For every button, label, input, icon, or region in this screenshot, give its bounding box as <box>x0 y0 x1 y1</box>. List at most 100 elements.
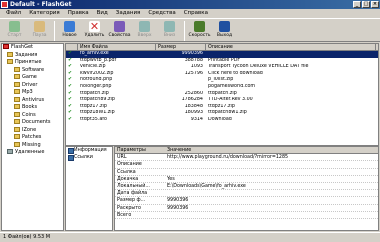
window-controls: _ □ × <box>353 1 379 8</box>
app-icon <box>1 1 8 8</box>
table-row[interactable]: ✔ ttdpatch.zip 252860 ttdpatch.zip <box>66 91 378 98</box>
check-icon: ✔ <box>68 70 73 76</box>
check-icon: ✔ <box>68 103 73 109</box>
toolbar: Старт Пауза Новое ✕ Удалить Свойства Ввер… <box>0 18 380 42</box>
tree-node-mp3[interactable]: Mp3 <box>2 89 63 97</box>
property-row[interactable]: Описание <box>115 161 378 169</box>
speed-button[interactable]: Скорость <box>187 19 212 42</box>
property-row[interactable]: URL http://www.playground.ru/download/?mi… <box>115 154 378 162</box>
properties-button[interactable]: Свойства <box>107 19 132 42</box>
tree-node-software[interactable]: Software <box>2 66 63 75</box>
table-row[interactable]: ✔ notfound.php p_l0list.zip <box>66 77 378 84</box>
property-row[interactable]: Всего <box>115 212 378 219</box>
toolbar-separator <box>54 21 55 41</box>
tree-node-game[interactable]: Game <box>2 74 63 82</box>
delete-button[interactable]: ✕ Удалить <box>82 19 107 42</box>
table-row[interactable]: ✔ nolonger.php pogamesworld.com <box>66 84 378 91</box>
folder-icon <box>14 126 20 132</box>
table-row[interactable]: ✔ vehicle.zip 1093 Transport Tycoon Deluxe … <box>66 64 378 71</box>
folder-icon <box>7 59 13 64</box>
tree-node-downloaded[interactable]: Принятые <box>2 59 63 67</box>
col-description[interactable]: Описание <box>206 44 376 50</box>
tree-node-patches[interactable]: Patches <box>2 134 63 142</box>
tree-node-driver[interactable]: Driver <box>2 81 63 90</box>
property-row[interactable]: Ссылка <box>115 169 378 176</box>
check-icon: ✔ <box>68 57 73 63</box>
folder-icon <box>14 96 20 102</box>
folder-icon <box>14 141 20 147</box>
properties-header: Параметры Значение <box>115 147 378 155</box>
tree-node-documents[interactable]: Documents <box>2 119 63 127</box>
table-row[interactable]: ✔ kwvir2002.zip 125796 Click here to downlo… <box>66 71 378 78</box>
close-icon[interactable]: × <box>371 1 379 8</box>
folder-icon <box>14 111 20 117</box>
tree-node-flashget[interactable]: FlashGet <box>2 44 63 52</box>
col-filename[interactable]: Имя Файла <box>78 44 156 50</box>
move-up-button[interactable]: Вверх <box>132 19 157 42</box>
maximize-icon[interactable]: □ <box>362 1 370 8</box>
table-row[interactable]: ✔ ttdpt35.afo 9314 Download <box>66 117 378 124</box>
table-row[interactable]: ✔ ttdpz17.zip 183848 ttdpz17.zip <box>66 104 378 111</box>
category-tree: FlashGet Задания Принятые Software Game … <box>1 43 64 231</box>
arrow-down-icon <box>164 21 175 32</box>
menu-category[interactable]: Категория <box>25 9 64 18</box>
tree-node-tasks[interactable]: Задания <box>2 51 63 60</box>
start-button[interactable]: Старт <box>2 19 27 42</box>
check-icon: ✔ <box>68 51 73 56</box>
menu-edit[interactable]: Правка <box>64 9 93 18</box>
menu-help[interactable]: Справка <box>180 9 212 18</box>
folder-icon <box>14 104 20 109</box>
folder-icon <box>3 44 9 49</box>
col-parameter[interactable]: Параметры <box>115 147 165 153</box>
menu-tools[interactable]: Средства <box>144 9 179 18</box>
property-row[interactable]: Докачка Yes <box>115 176 378 183</box>
tab-information[interactable]: Информация <box>66 147 112 154</box>
move-down-button[interactable]: Вниз <box>157 19 182 42</box>
folder-icon <box>14 74 20 79</box>
exit-button[interactable]: Выход <box>212 19 237 42</box>
menu-file[interactable]: Файл <box>2 9 25 18</box>
property-row[interactable]: Дата файла <box>115 190 378 198</box>
table-row[interactable]: ✔ ttdpwvtb_p.pdf 388788 Printable PDF <box>66 58 378 65</box>
speed-icon <box>194 21 205 32</box>
table-row[interactable]: ✔ fo_arhiv.exe 9990396 <box>66 51 378 58</box>
tree-node-coins[interactable]: Coins <box>2 111 63 120</box>
properties-panel: Параметры Значение URL http://www.playgrou… <box>114 146 379 231</box>
col-size[interactable]: Размер <box>156 44 206 50</box>
property-row[interactable]: Локальный... E:\Downloads\Game\fo_arhiv.e… <box>115 183 378 191</box>
folder-icon <box>14 66 20 72</box>
check-icon: ✔ <box>68 97 73 103</box>
menu-view[interactable]: Вид <box>93 9 112 18</box>
table-row[interactable]: ✔ ttdpz18W1.zip 180993 ttdpatch8w1.zip <box>66 110 378 117</box>
property-row[interactable]: Раскрыто 9990396 <box>115 205 378 212</box>
folder-icon <box>7 51 13 57</box>
col-value[interactable]: Значение <box>165 147 378 153</box>
menu-tasks[interactable]: Задания <box>112 9 145 18</box>
new-icon <box>64 21 75 32</box>
minimize-icon[interactable]: _ <box>353 1 361 8</box>
check-icon: ✔ <box>68 83 73 89</box>
table-row[interactable]: ✔ ttdpatch89.zip 1786284 TTD-Alter.Rev 3.00 <box>66 97 378 104</box>
col-status[interactable] <box>66 44 78 50</box>
window-title-bar: Default - FlashGet _ □ × <box>0 0 380 9</box>
new-button[interactable]: Новое <box>57 19 82 42</box>
folder-icon <box>14 119 20 124</box>
pause-button[interactable]: Пауза <box>27 19 52 42</box>
info-tabs: Информация Ссылки <box>65 146 113 231</box>
tree-node-missing[interactable]: Missing <box>2 141 63 150</box>
tree-node-antivirus[interactable]: Antivirus <box>2 96 63 105</box>
tree-node-deleted[interactable]: Удаленные <box>2 149 63 157</box>
property-row[interactable]: Размер ф... 9990396 <box>115 197 378 205</box>
toolbar-separator <box>184 21 185 41</box>
check-icon: ✔ <box>68 90 73 96</box>
check-icon: ✔ <box>68 116 73 122</box>
tree-node-izone[interactable]: IZone <box>2 126 63 135</box>
folder-icon <box>14 81 20 87</box>
download-list: Имя Файла Размер Описание ✔ fo_arhiv.exe 9… <box>65 43 379 146</box>
pause-icon <box>34 21 45 32</box>
tree-node-books[interactable]: Books <box>2 104 63 112</box>
tab-links[interactable]: Ссылки <box>66 154 112 161</box>
arrow-up-icon <box>139 21 150 32</box>
start-icon <box>9 21 20 32</box>
properties-icon <box>114 21 125 32</box>
